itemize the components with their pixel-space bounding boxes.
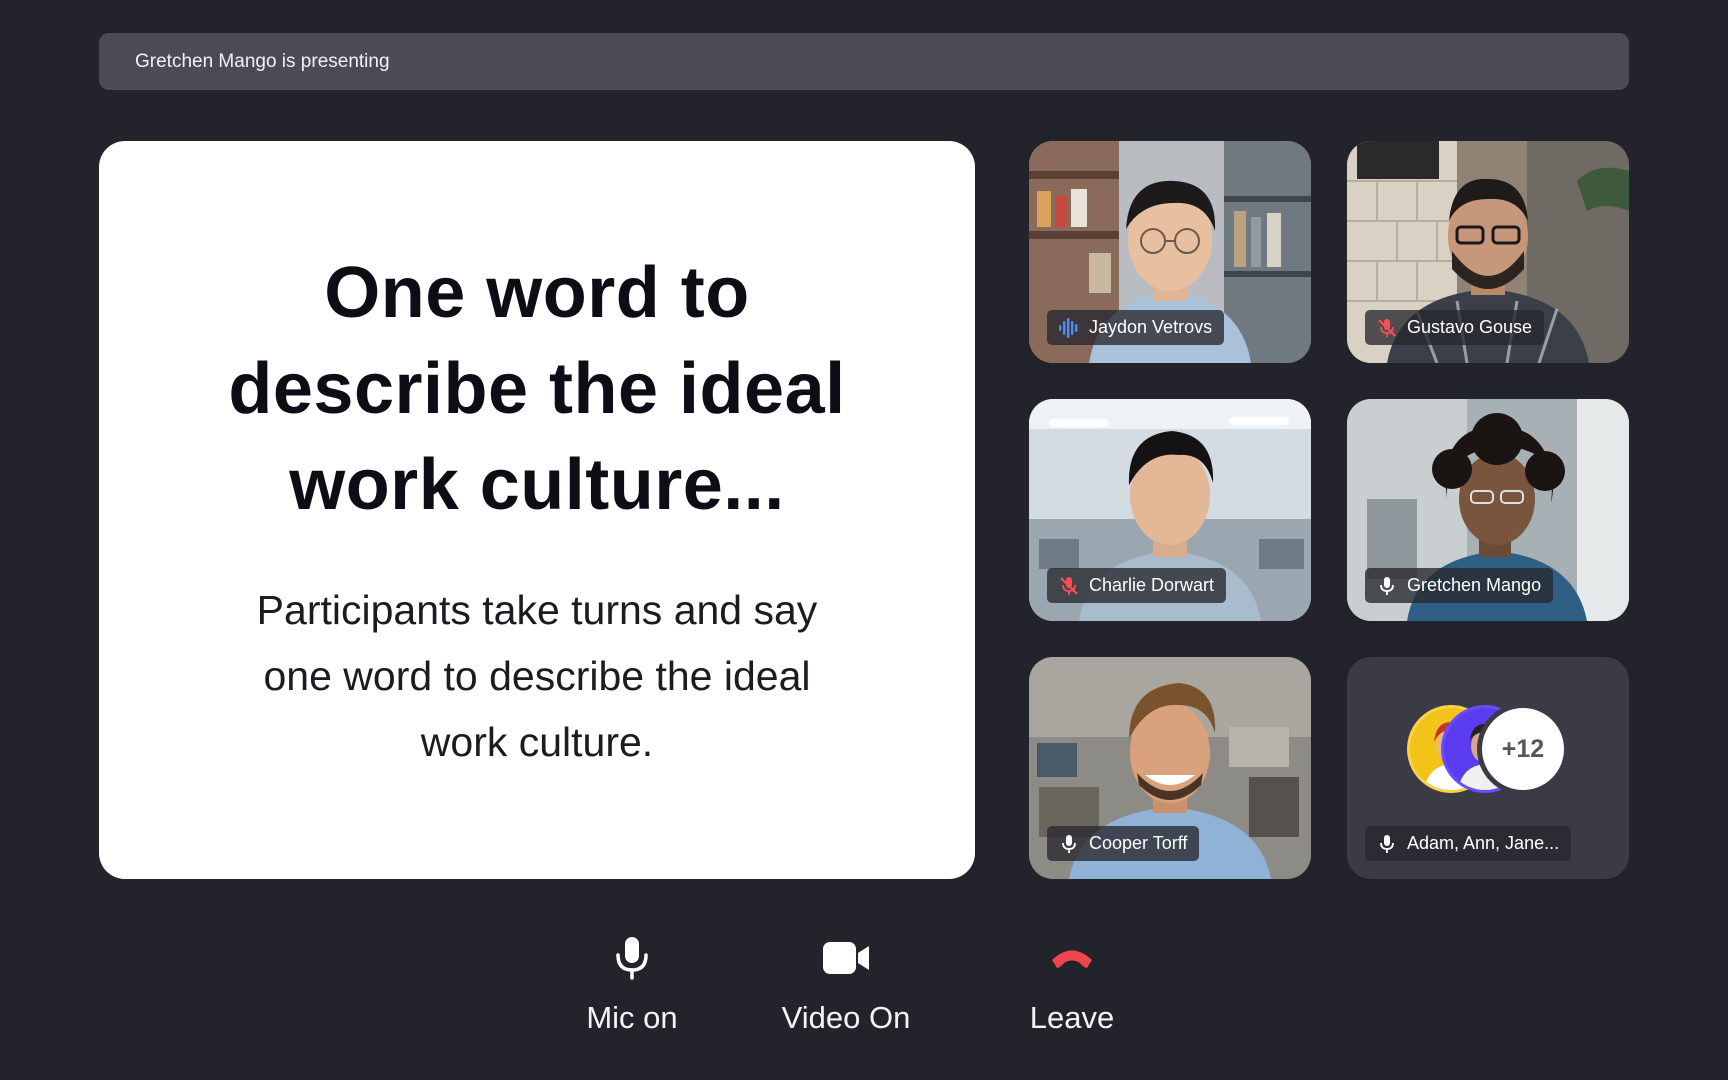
participant-name-tag: Gustavo Gouse xyxy=(1365,310,1545,345)
video-tile-gustavo[interactable]: Gustavo Gouse xyxy=(1347,141,1629,363)
slide-body: Participants take turns and say one word… xyxy=(256,587,818,765)
video-label: Video On xyxy=(781,1000,911,1035)
mic-muted-icon xyxy=(1375,316,1399,340)
presenting-text: Gretchen Mango is presenting xyxy=(135,50,390,72)
mic-icon xyxy=(1375,832,1399,856)
mic-label: Mic on xyxy=(586,1000,678,1035)
video-tile-cooper[interactable]: Cooper Torff xyxy=(1029,657,1311,879)
leave-label: Leave xyxy=(1029,1000,1115,1035)
shared-slide: One word to describe the ideal work cult… xyxy=(99,141,975,879)
overflow-count: +12 xyxy=(1479,705,1567,793)
group-names: Adam, Ann, Jane... xyxy=(1407,833,1560,853)
call-controls: Mic on Video On Leave xyxy=(0,930,1728,1050)
slide-title: One word to describe the ideal work cult… xyxy=(228,253,846,525)
video-camera-icon xyxy=(822,930,870,986)
hang-up-icon xyxy=(1049,930,1095,986)
participant-name-tag: Cooper Torff xyxy=(1047,826,1200,861)
video-tile-jaydon[interactable]: Jaydon Vetrovs xyxy=(1029,141,1311,363)
mic-muted-icon xyxy=(1057,574,1081,598)
participant-name: Cooper Torff xyxy=(1089,833,1188,853)
leave-call-button[interactable]: Leave xyxy=(1022,930,1122,1036)
participant-name: Charlie Dorwart xyxy=(1089,575,1215,595)
participant-name: Gretchen Mango xyxy=(1407,575,1542,595)
participant-name-tag: Jaydon Vetrovs xyxy=(1047,310,1225,345)
video-toggle-button[interactable]: Video On xyxy=(776,930,916,1036)
speaking-wave-icon xyxy=(1057,316,1081,340)
mic-icon xyxy=(1057,832,1081,856)
mic-icon xyxy=(1375,574,1399,598)
mic-toggle-button[interactable]: Mic on xyxy=(580,930,684,1036)
meeting-screen: Gretchen Mango is presenting One word to… xyxy=(0,0,1728,1080)
participant-name-tag: Charlie Dorwart xyxy=(1047,568,1227,603)
participant-name: Gustavo Gouse xyxy=(1407,317,1533,337)
microphone-icon xyxy=(612,930,652,986)
video-tile-charlie[interactable]: Charlie Dorwart xyxy=(1029,399,1311,621)
presenting-banner: Gretchen Mango is presenting xyxy=(99,33,1629,90)
video-tile-gretchen[interactable]: Gretchen Mango xyxy=(1347,399,1629,621)
participant-name-tag: Adam, Ann, Jane... xyxy=(1365,826,1572,861)
group-tile[interactable]: +12 Adam, Ann, Jane... xyxy=(1347,657,1629,879)
participant-name: Jaydon Vetrovs xyxy=(1089,317,1213,337)
avatar-stack: +12 xyxy=(1407,705,1577,795)
participant-name-tag: Gretchen Mango xyxy=(1365,568,1554,603)
